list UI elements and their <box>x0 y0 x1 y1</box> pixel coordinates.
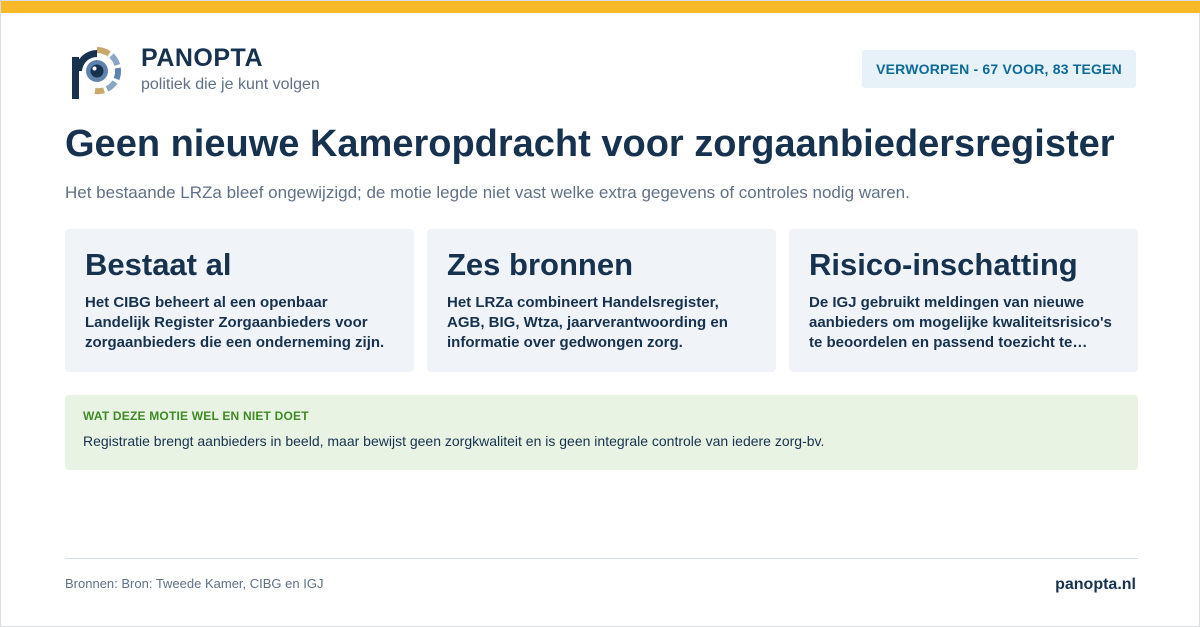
note-text: Registratie brengt aanbieders in beeld, … <box>83 433 825 449</box>
card-body: De IGJ gebruikt meldingen van nieuwe aan… <box>809 294 1112 351</box>
info-card-zes-bronnen: Zes bronnen Het LRZa combineert Handelsr… <box>427 229 776 372</box>
footer-divider <box>65 558 1138 559</box>
vote-result-badge: VERWORPEN - 67 VOOR, 83 TEGEN <box>862 50 1136 88</box>
card-title: Risico-inschatting <box>809 247 1078 282</box>
brand-name: PANOPTA <box>141 44 264 72</box>
note-label: WAT DEZE MOTIE WEL EN NIET DOET <box>83 409 309 423</box>
info-card-risico-inschatting: Risico-inschatting De IGJ gebruikt meldi… <box>789 229 1138 372</box>
card-title: Bestaat al <box>85 247 232 282</box>
card-body: Het LRZa combineert Handelsregister, AGB… <box>447 294 728 351</box>
page-title: Geen nieuwe Kameropdracht voor zorgaanbi… <box>65 123 1115 165</box>
motion-summary-note: WAT DEZE MOTIE WEL EN NIET DOET Registra… <box>65 395 1138 470</box>
info-card-bestaat-al: Bestaat al Het CIBG beheert al een openb… <box>65 229 414 372</box>
page-subtitle: Het bestaande LRZa bleef ongewijzigd; de… <box>65 183 910 202</box>
card-title: Zes bronnen <box>447 247 634 282</box>
brand-tagline: politiek die je kunt volgen <box>141 76 320 93</box>
card-body: Het CIBG beheert al een openbaar Landeli… <box>85 294 385 351</box>
top-accent-bar <box>1 1 1200 13</box>
panopta-eye-logo-icon <box>72 47 122 99</box>
sources-text: Bronnen: Bron: Tweede Kamer, CIBG en IGJ <box>65 576 324 591</box>
site-link[interactable]: panopta.nl <box>1055 576 1136 594</box>
